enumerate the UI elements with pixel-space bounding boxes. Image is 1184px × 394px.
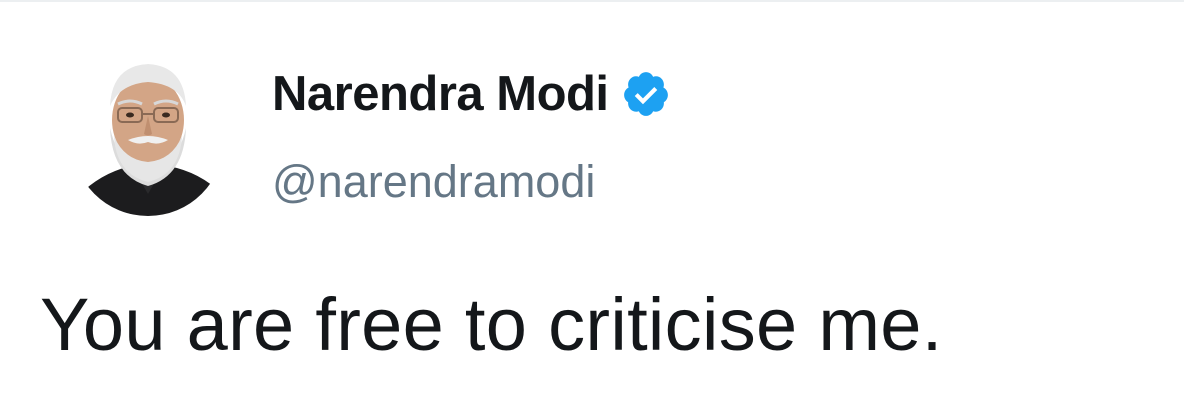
verified-check-icon (621, 69, 671, 119)
author-display-name[interactable]: Narendra Modi (272, 64, 609, 124)
author-handle[interactable]: @narendramodi (272, 152, 595, 212)
tweet-text: You are free to criticise me. (40, 283, 943, 366)
avatar-photo-icon (72, 64, 224, 216)
avatar[interactable] (72, 54, 224, 226)
author-name-row: Narendra Modi (272, 64, 671, 124)
tweet-card: Narendra Modi @narendramodi You are free… (0, 0, 1184, 394)
